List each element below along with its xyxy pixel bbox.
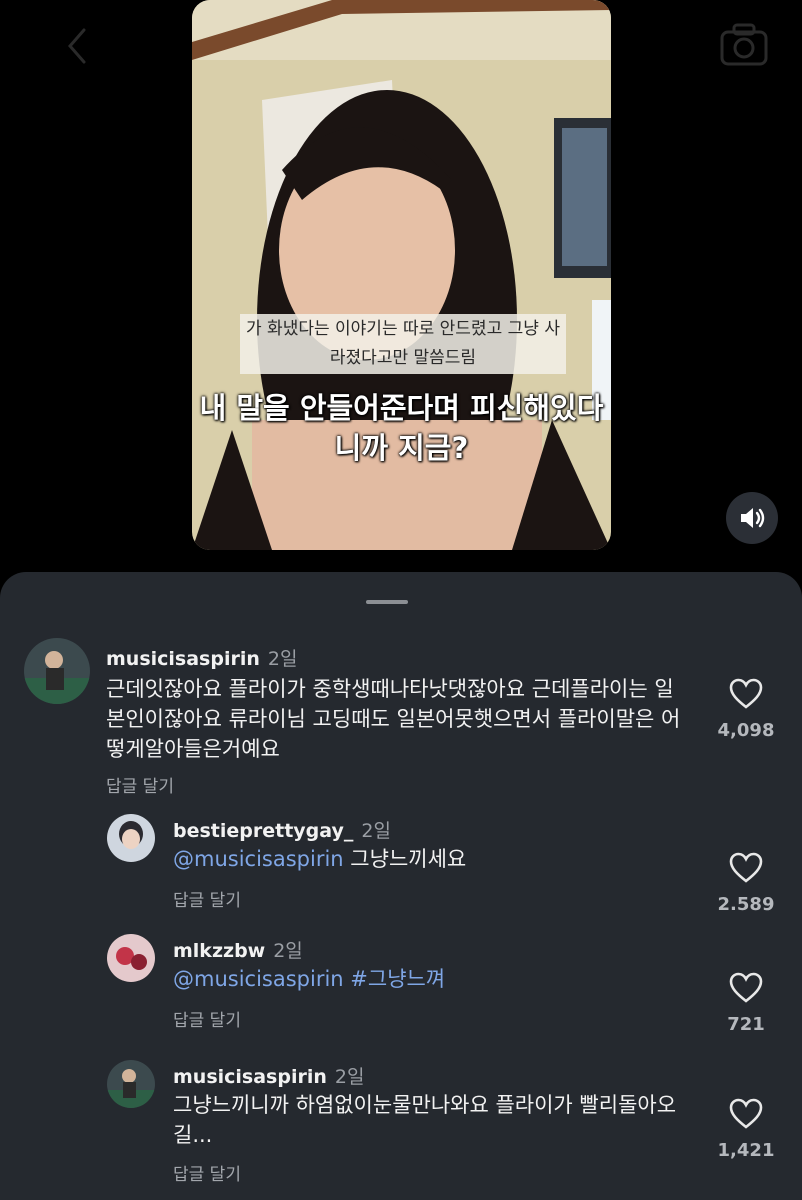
avatar[interactable] <box>24 638 90 704</box>
username[interactable]: bestieprettygay_ <box>173 820 353 842</box>
username[interactable]: mlkzzbw <box>173 940 265 962</box>
reply-comment: bestieprettygay_ 2일 @musicisaspirin 그냥느끼세… <box>0 808 802 926</box>
timestamp: 2일 <box>273 940 303 962</box>
mention-link[interactable]: @musicisaspirin <box>173 847 344 871</box>
comment-body: 그냥느끼세요 <box>343 847 467 871</box>
like-count: 2.589 <box>717 894 775 915</box>
heart-outline-icon <box>729 1098 763 1129</box>
heart-outline-icon <box>729 972 763 1003</box>
like-button[interactable]: 721 <box>716 972 776 1035</box>
comment: musicisaspirin 2일 근데잇잖아요 플라이가 중학생때나타낫댓잖아요… <box>0 572 802 802</box>
timestamp: 2일 <box>334 1066 365 1088</box>
like-button[interactable]: 4,098 <box>716 678 776 741</box>
like-count: 1,421 <box>717 1140 775 1161</box>
comment-text: 그냥느끼니까 하염없이눈물만나와요 플라이가 빨리돌아오길... <box>173 1093 677 1147</box>
avatar[interactable] <box>107 934 155 982</box>
timestamp: 2일 <box>361 820 391 842</box>
like-button[interactable]: 2.589 <box>716 852 776 915</box>
reply-comment: mlkzzbw 2일 @musicisaspirin #그냥느껴 답글 달기 72… <box>0 930 802 1048</box>
comment-author[interactable]: mlkzzbw 2일 <box>173 936 303 963</box>
video-player[interactable]: 가 화냈다는 이야기는 따로 안드렸고 그냥 사라졌다고만 말씀드림 내 말을 … <box>192 0 611 550</box>
reply-button[interactable]: 답글 달기 <box>106 772 174 797</box>
comment-author[interactable]: bestieprettygay_ 2일 <box>173 816 391 843</box>
like-count: 4,098 <box>717 720 775 741</box>
reply-button[interactable]: 답글 달기 <box>173 1160 241 1185</box>
comment-text: @musicisaspirin #그냥느껴 <box>173 964 693 994</box>
speaker-icon[interactable] <box>726 492 778 544</box>
username[interactable]: musicisaspirin <box>173 1066 327 1088</box>
story-area: 가 화냈다는 이야기는 따로 안드렸고 그냥 사라졌다고만 말씀드림 내 말을 … <box>0 0 802 572</box>
mention-link[interactable]: @musicisaspirin #그냥느껴 <box>173 967 445 991</box>
comments-sheet: musicisaspirin 2일 근데잇잖아요 플라이가 중학생때나타낫댓잖아요… <box>0 572 802 1200</box>
timestamp: 2일 <box>267 648 298 670</box>
comment-author[interactable]: musicisaspirin 2일 <box>173 1062 364 1089</box>
camera-icon[interactable] <box>716 20 772 68</box>
reply-button[interactable]: 답글 달기 <box>173 886 241 911</box>
heart-outline-icon <box>729 852 763 883</box>
username[interactable]: musicisaspirin <box>106 648 260 670</box>
video-subtitle-main: 내 말을 안들어준다며 피신해있다니까 지금? <box>199 391 604 465</box>
chevron-left-icon[interactable] <box>58 24 98 68</box>
reply-comment: musicisaspirin 2일 그냥느끼니까 하염없이눈물만나와요 플라이가 … <box>0 1056 802 1196</box>
heart-outline-icon <box>729 678 763 709</box>
video-subtitle-small: 가 화냈다는 이야기는 따로 안드렸고 그냥 사라졌다고만 말씀드림 <box>240 314 566 374</box>
like-count: 721 <box>727 1014 765 1035</box>
comment-author[interactable]: musicisaspirin 2일 <box>106 644 297 671</box>
comment-text: @musicisaspirin 그냥느끼세요 <box>173 844 693 874</box>
reply-button[interactable]: 답글 달기 <box>173 1006 241 1031</box>
avatar[interactable] <box>107 1060 155 1108</box>
avatar[interactable] <box>107 814 155 862</box>
comment-text: 근데잇잖아요 플라이가 중학생때나타낫댓잖아요 근데플라이는 일본인이잖아요 류… <box>106 677 681 761</box>
like-button[interactable]: 1,421 <box>716 1098 776 1161</box>
